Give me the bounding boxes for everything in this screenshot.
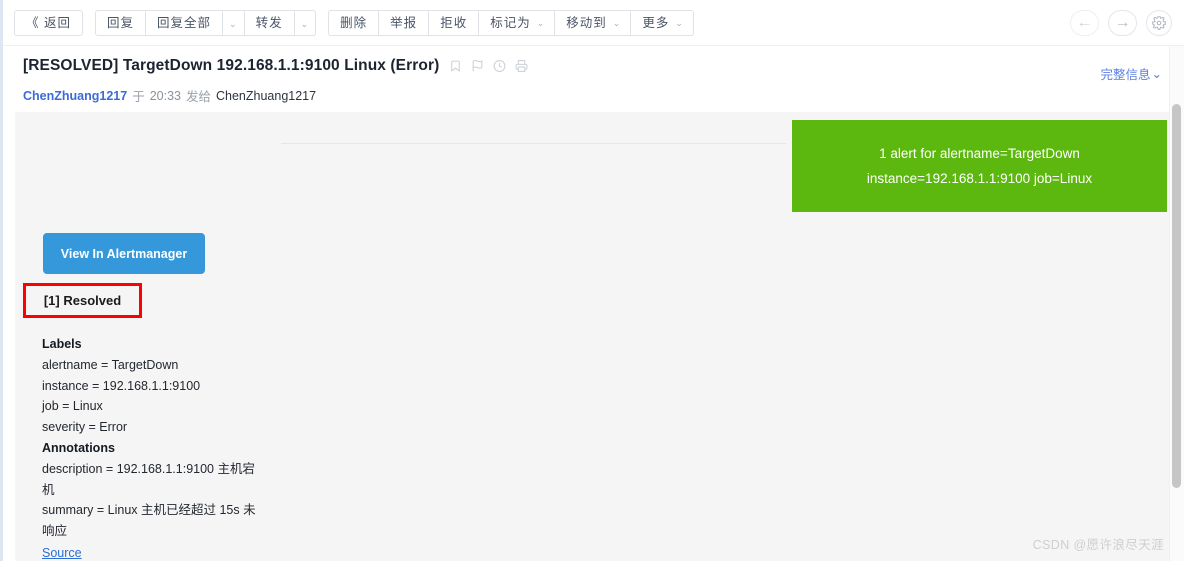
labels-heading: Labels bbox=[42, 337, 82, 351]
annotation-item: summary = Linux 主机已经超过 15s 未响应 bbox=[42, 503, 256, 539]
status-badge: [1] Resolved bbox=[43, 293, 122, 308]
settings-button[interactable] bbox=[1146, 10, 1172, 36]
reply-button[interactable]: 回复 bbox=[95, 9, 147, 36]
alert-summary-banner: 1 alert for alertname=TargetDown instanc… bbox=[792, 120, 1167, 212]
chevron-down-icon: ⌄ bbox=[300, 18, 310, 29]
more-button[interactable]: 更多 ⌄ bbox=[630, 9, 694, 36]
label-item: instance = 192.168.1.1:9100 bbox=[42, 378, 201, 393]
move-to-button[interactable]: 移动到 ⌄ bbox=[554, 9, 632, 36]
chevron-down-icon: ⌄ bbox=[1151, 67, 1162, 81]
double-chevron-left-icon: 《 bbox=[26, 15, 40, 30]
message-body: 1 alert for alertname=TargetDown instanc… bbox=[15, 112, 1172, 561]
annotations-heading: Annotations bbox=[42, 440, 115, 455]
label-item: alertname = TargetDown bbox=[42, 357, 179, 372]
forward-dropdown-button[interactable]: ⌄ bbox=[293, 9, 317, 36]
message-header: [RESOLVED] TargetDown 192.168.1.1:9100 L… bbox=[3, 46, 1184, 118]
back-button[interactable]: 《 返回 bbox=[14, 9, 84, 36]
mark-as-button[interactable]: 标记为 ⌄ bbox=[478, 9, 556, 36]
reject-button[interactable]: 拒收 bbox=[428, 9, 480, 36]
csdn-watermark: CSDN @愿许浪尽天涯 bbox=[1032, 538, 1164, 552]
gear-icon bbox=[1152, 16, 1166, 30]
mail-toolbar: 《 返回 回复 回复全部 ⌄ 转发 ⌄ 删除 举报 拒收 标记为 ⌄ 移动到 ⌄… bbox=[3, 0, 1184, 46]
view-in-alertmanager-button[interactable]: View In Alertmanager bbox=[43, 233, 205, 274]
reply-button-group: 回复 回复全部 ⌄ 转发 ⌄ bbox=[95, 9, 317, 36]
previous-message-button[interactable]: ← bbox=[1070, 10, 1099, 36]
full-info-toggle[interactable]: 完整信息 ⌄ bbox=[1101, 64, 1163, 83]
reply-dropdown-button[interactable]: ⌄ bbox=[222, 9, 245, 36]
sent-to-label: 发给 bbox=[185, 90, 211, 104]
arrow-right-icon: → bbox=[1114, 14, 1131, 31]
annotation-item: description = 192.168.1.1:9100 主机宕机 bbox=[42, 461, 255, 497]
label-item: severity = Error bbox=[42, 420, 128, 435]
action-button-group: 删除 举报 拒收 标记为 ⌄ 移动到 ⌄ 更多 ⌄ bbox=[328, 9, 694, 36]
more-label: 更多 bbox=[642, 15, 670, 30]
body-divider bbox=[281, 143, 786, 144]
bookmark-icon[interactable] bbox=[449, 59, 462, 73]
full-info-label: 完整信息 bbox=[1100, 68, 1151, 82]
sender-at-label: 于 bbox=[132, 90, 145, 104]
back-button-label: 返回 bbox=[44, 15, 72, 30]
reply-all-button[interactable]: 回复全部 bbox=[145, 9, 224, 36]
arrow-left-icon: ← bbox=[1076, 14, 1093, 31]
report-button[interactable]: 举报 bbox=[378, 9, 430, 36]
vertical-scrollbar-track[interactable] bbox=[1169, 46, 1184, 561]
alert-banner-line-2: instance=192.168.1.1:9100 job=Linux bbox=[866, 171, 1093, 186]
forward-button[interactable]: 转发 bbox=[243, 9, 295, 36]
move-to-label: 移动到 bbox=[566, 15, 607, 30]
label-item: job = Linux bbox=[42, 399, 103, 414]
resolved-status-highlight: [1] Resolved bbox=[23, 283, 142, 318]
sender-name[interactable]: ChenZhuang1217 bbox=[23, 89, 127, 103]
chevron-down-icon: ⌄ bbox=[612, 17, 622, 28]
toolbar-nav-controls: ← → bbox=[1070, 10, 1172, 36]
delete-button[interactable]: 删除 bbox=[328, 9, 380, 36]
chevron-down-icon: ⌄ bbox=[229, 18, 238, 29]
back-button-group: 《 返回 bbox=[14, 9, 84, 36]
clock-icon[interactable] bbox=[493, 59, 506, 73]
chevron-down-icon: ⌄ bbox=[675, 17, 684, 28]
page-title: [RESOLVED] TargetDown 192.168.1.1:9100 L… bbox=[23, 57, 440, 74]
chevron-down-icon: ⌄ bbox=[536, 17, 546, 28]
mail-reader-window: 《 返回 回复 回复全部 ⌄ 转发 ⌄ 删除 举报 拒收 标记为 ⌄ 移动到 ⌄… bbox=[0, 0, 1184, 561]
flag-icon[interactable] bbox=[471, 59, 484, 73]
mark-as-label: 标记为 bbox=[490, 15, 531, 30]
alert-banner-line-1: 1 alert for alertname=TargetDown bbox=[879, 146, 1080, 161]
vertical-scrollbar-thumb[interactable] bbox=[1172, 104, 1181, 488]
next-message-button[interactable]: → bbox=[1108, 10, 1137, 36]
printer-icon[interactable] bbox=[515, 59, 528, 73]
sent-time: 20:33 bbox=[149, 88, 181, 103]
source-link[interactable]: Source bbox=[42, 543, 82, 561]
alert-details: Labels alertname = TargetDown instance =… bbox=[42, 334, 262, 561]
subject-action-icons bbox=[449, 59, 528, 73]
recipient-name[interactable]: ChenZhuang1217 bbox=[216, 89, 316, 103]
subject-row: [RESOLVED] TargetDown 192.168.1.1:9100 L… bbox=[23, 57, 1184, 75]
